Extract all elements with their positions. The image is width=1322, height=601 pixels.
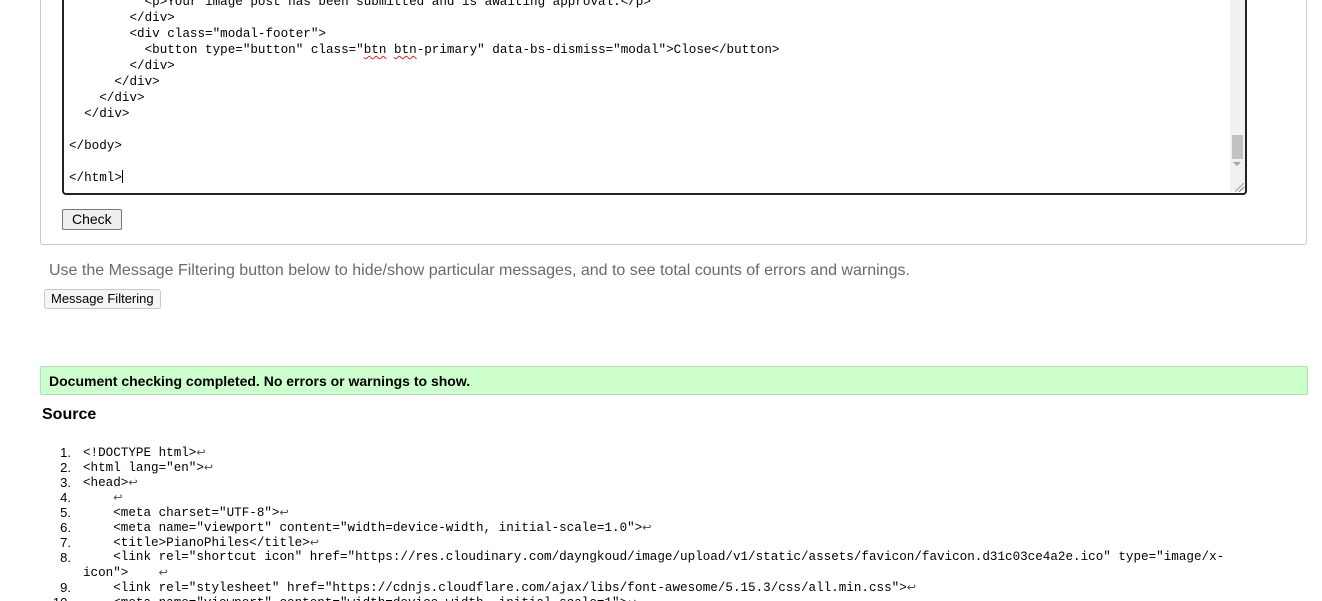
status-message: Document checking completed. No errors o… <box>49 373 471 389</box>
line-return-icon: ↩ <box>642 521 652 534</box>
line-number: 10. <box>0 595 71 601</box>
line-code: <meta charset="UTF-8">↩ <box>83 506 289 520</box>
line-code: <html lang="en">↩ <box>83 461 214 475</box>
line-number: 9. <box>60 580 71 595</box>
editor-line: </div> <box>69 75 160 89</box>
editor-line: </html> <box>69 170 123 185</box>
status-banner: Document checking completed. No errors o… <box>40 366 1308 395</box>
line-return-icon: ↩ <box>906 581 916 594</box>
line-number: 4. <box>60 490 71 505</box>
validator-page: <p>Your image post has been submitted an… <box>0 0 1322 601</box>
editor-line: </div> <box>69 59 175 73</box>
line-number: 2. <box>60 460 71 475</box>
line-number: 1. <box>60 445 71 460</box>
textarea-scrollbar[interactable] <box>1230 0 1245 191</box>
line-code: <!DOCTYPE html>↩ <box>83 446 206 460</box>
line-return-icon: ↩ <box>279 506 289 519</box>
line-return-icon: ↩ <box>196 446 206 459</box>
text-caret <box>121 170 123 183</box>
line-number: 8. <box>60 550 71 565</box>
line-return-icon: ↩ <box>158 566 168 579</box>
line-code: <link rel="shortcut icon" href="https://… <box>83 550 1225 580</box>
filtering-hint: Use the Message Filtering button below t… <box>49 262 910 279</box>
source-textarea-content[interactable]: <p>Your image post has been submitted an… <box>69 0 779 186</box>
line-code: ↩ <box>83 490 122 506</box>
line-number: 6. <box>60 520 71 535</box>
line-number: 7. <box>60 535 71 550</box>
editor-line: </div> <box>69 91 145 105</box>
editor-line: </div> <box>69 107 130 121</box>
line-code: <meta name="viewport" content="width=dev… <box>83 595 636 601</box>
line-code: <title>PianoPhiles</title>↩ <box>83 536 319 550</box>
spellcheck-underline: btn <box>363 43 387 57</box>
source-heading: Source <box>42 406 97 423</box>
editor-line: <p>Your image post has been submitted an… <box>69 0 651 9</box>
line-return-icon: ↩ <box>309 536 319 549</box>
resize-handle-icon[interactable] <box>1235 183 1244 192</box>
line-code: <meta name="viewport" content="width=dev… <box>83 521 652 535</box>
line-return-icon: ↩ <box>128 476 138 489</box>
editor-line: </body> <box>69 139 122 153</box>
scroll-down-arrow-icon[interactable] <box>1233 162 1241 166</box>
text-input-form: <p>Your image post has been submitted an… <box>40 0 1307 245</box>
spellcheck-underline: btn <box>394 43 417 57</box>
line-return-icon: ↩ <box>627 596 636 601</box>
line-return-icon: ↩ <box>203 461 214 474</box>
source-textarea[interactable]: <p>Your image post has been submitted an… <box>62 0 1247 195</box>
message-filtering-button[interactable]: Message Filtering <box>44 289 161 309</box>
line-number: 5. <box>60 505 71 520</box>
line-number: 3. <box>60 475 71 490</box>
check-button[interactable]: Check <box>62 209 122 230</box>
line-return-icon: ↩ <box>113 491 123 504</box>
editor-line: </div> <box>69 11 175 25</box>
editor-line: <button type="button" class="btn btn-pri… <box>69 43 780 57</box>
textarea-scroll-thumb[interactable] <box>1232 135 1243 159</box>
line-code: <head>↩ <box>83 476 138 490</box>
editor-line: <div class="modal-footer"> <box>69 27 326 41</box>
line-code: <link rel="stylesheet" href="https://cdn… <box>83 581 916 595</box>
